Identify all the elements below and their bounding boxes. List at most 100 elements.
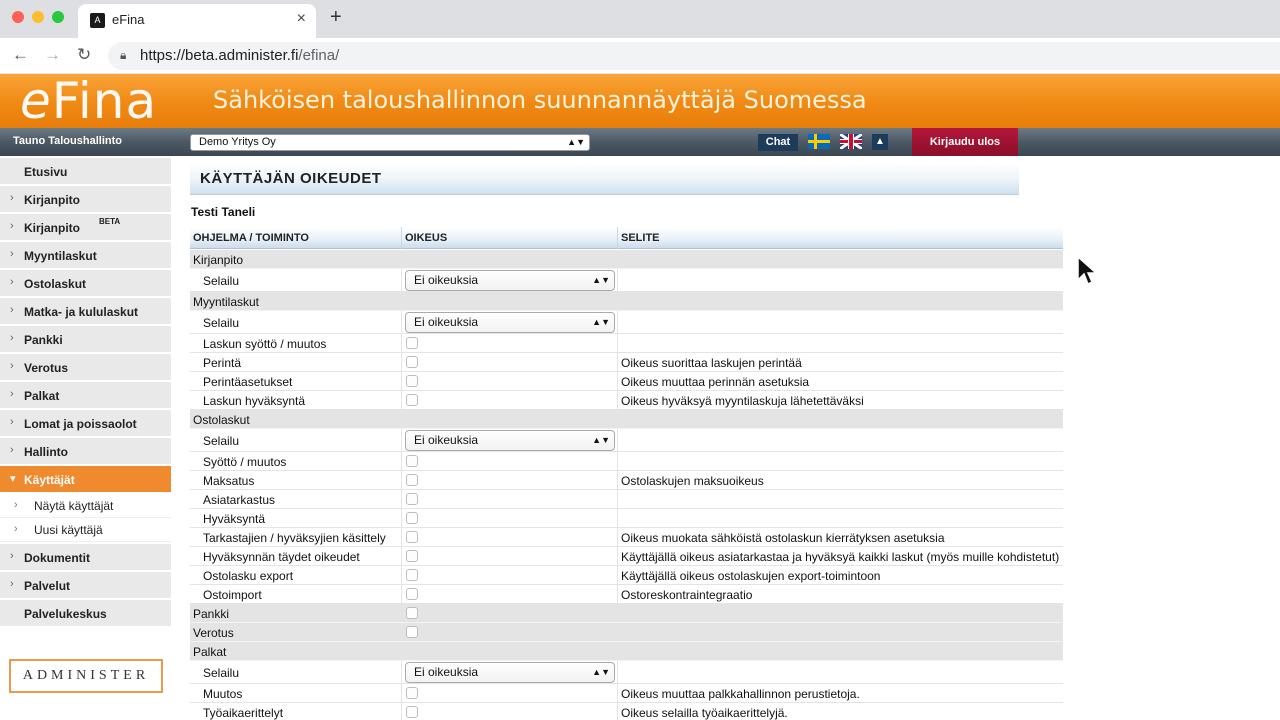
permission-checkbox[interactable] [406,375,418,387]
permission-checkbox[interactable] [406,550,418,562]
section-name: Kirjanpito [193,253,244,267]
sidebar-item-ostolaskut[interactable]: › Ostolaskut [0,270,171,297]
window-zoom-button[interactable] [52,11,64,23]
permission-checkbox[interactable] [406,531,418,543]
tab-close-icon[interactable]: × [297,10,306,28]
function-name: Hyväksyntä [203,512,266,526]
function-name: Tarkastajien / hyväksyjien käsittely [203,531,386,545]
arrow-up-icon[interactable]: ▲ [872,134,888,150]
url-path: /efina/ [298,47,340,64]
table-row: Ostolasku export Käyttäjällä oikeus ostol… [190,566,1063,585]
table-row: Muutos Oikeus muuttaa palkkahallinnon per… [190,684,1063,703]
permission-checkbox[interactable] [406,394,418,406]
sidebar-item-hallinto[interactable]: › Hallinto [0,438,171,465]
table-row: Laskun hyväksyntä Oikeus hyväksyä myyntil… [190,391,1063,410]
url-host: https://beta.administer.fi [140,47,299,64]
chevron-right-icon: › [10,416,14,428]
permission-checkbox[interactable] [406,569,418,581]
sidebar-item-label: Palvelut [24,579,71,593]
forward-arrow-icon[interactable]: → [44,45,61,65]
sidebar-item-palkat[interactable]: › Palkat [0,382,171,409]
table-row: Perintä Oikeus suorittaa laskujen perintä… [190,353,1063,372]
permission-select-value: Ei oikeuksia [414,665,479,679]
sidebar-item-verotus[interactable]: › Verotus [0,354,171,381]
sidebar-item-label: Kirjanpito [24,221,80,235]
permission-description: Oikeus suorittaa laskujen perintää [621,356,802,370]
permission-checkbox[interactable] [406,687,418,699]
efina-logo[interactable]: eFina [20,74,157,128]
window-minimize-button[interactable] [32,11,44,23]
select-arrows-icon: ▲▼ [567,137,585,147]
reload-icon[interactable]: ↻ [77,45,91,65]
column-header-right: OIKEUS [405,232,448,244]
permission-checkbox[interactable] [406,626,418,638]
sidebar-item-label: Etusivu [24,165,68,179]
swedish-flag-icon[interactable] [808,134,830,149]
function-name: Laskun hyväksyntä [203,394,306,408]
section-row: Kirjanpito [190,250,1063,269]
new-tab-icon[interactable]: + [330,6,342,29]
permission-checkbox[interactable] [406,356,418,368]
window-close-button[interactable] [12,11,24,23]
sidebar-item-kirjanpito[interactable]: › Kirjanpito [0,186,171,213]
sidebar-item-matka-ja-kululaskut[interactable]: › Matka- ja kululaskut [0,298,171,325]
lock-icon: 🔒︎ [120,48,127,62]
permission-description: Oikeus muuttaa palkkahallinnon perustiet… [621,687,860,701]
permission-select[interactable]: Ei oikeuksia ▲▼ [405,270,615,291]
browser-tab[interactable]: A eFina × [78,4,316,38]
permission-checkbox[interactable] [406,455,418,467]
sidebar-item-palvelukeskus[interactable]: Palvelukeskus [0,600,171,627]
function-name: Työaikaerittelyt [203,706,284,720]
sidebar-item-pankki[interactable]: › Pankki [0,326,171,353]
permission-checkbox[interactable] [406,493,418,505]
table-row: Hyväksynnän täydet oikeudet Käyttäjällä o… [190,547,1063,566]
function-name: Selailu [203,434,240,448]
chat-button[interactable]: Chat [758,134,798,151]
sidebar-item-label: Palvelukeskus [24,607,107,621]
sidebar-item-myyntilaskut[interactable]: › Myyntilaskut [0,242,171,269]
english-flag-icon[interactable] [840,134,862,149]
sidebar-item-label: Pankki [24,333,63,347]
sidebar-item-kirjanpito-beta[interactable]: › Kirjanpito BETA [0,214,171,241]
column-header-description: SELITE [621,232,660,244]
section-row: Verotus [190,623,1063,642]
permission-select[interactable]: Ei oikeuksia ▲▼ [405,430,615,451]
sidebar-subitem-1[interactable]: › Uusi käyttäjä [0,518,171,542]
browser-tab-bar: A eFina × + [0,0,1280,38]
section-name: Palkat [193,645,227,659]
sidebar-item-dokumentit[interactable]: › Dokumentit [0,544,171,571]
top-toolbar: Tauno Taloushallinto Demo Yritys Oy ▲▼ C… [0,128,1280,156]
permission-checkbox[interactable] [406,474,418,486]
sidebar-item-label: Matka- ja kululaskut [24,305,139,319]
chevron-right-icon: › [10,192,14,204]
function-name: Selailu [203,666,240,680]
sidebar-menu: Etusivu › Kirjanpito › Kirjanpito BETA › Myynti… [0,158,172,720]
permission-checkbox[interactable] [406,337,418,349]
sidebar-item-label: Käyttäjät [24,473,75,487]
sidebar-item-lomat-ja-poissaolot[interactable]: › Lomat ja poissaolot [0,410,171,437]
permission-select[interactable]: Ei oikeuksia ▲▼ [405,312,615,333]
sidebar-item-palvelut[interactable]: › Palvelut [0,572,171,599]
function-name: Selailu [203,274,240,288]
permission-checkbox[interactable] [406,706,418,718]
sidebar-item-label: Ostolaskut [24,277,87,291]
permission-description: Ostoreskontraintegraatio [621,588,753,602]
section-row: Pankki [190,604,1063,623]
permission-checkbox[interactable] [406,512,418,524]
efina-banner: eFina Sähköisen taloushallinnon suunnann… [0,74,1280,128]
sidebar-subitem-label: Uusi käyttäjä [34,523,103,537]
sidebar-subitem-0[interactable]: › Näytä käyttäjät [0,494,171,518]
permission-select[interactable]: Ei oikeuksia ▲▼ [405,662,615,683]
logout-button[interactable]: Kirjaudu ulos [912,128,1018,156]
permission-checkbox[interactable] [406,607,418,619]
administer-logo[interactable]: ADMINISTER [9,659,163,693]
sidebar-item-label: Verotus [24,361,69,375]
url-input[interactable]: 🔒︎ https://beta.administer.fi/efina/ [108,42,1280,70]
sidebar-item-etusivu[interactable]: Etusivu [0,158,171,185]
company-select[interactable]: Demo Yritys Oy ▲▼ [190,134,590,151]
back-arrow-icon[interactable]: ← [12,45,29,65]
permission-checkbox[interactable] [406,588,418,600]
sidebar-item-label: Lomat ja poissaolot [24,417,137,431]
sidebar-item-label: Dokumentit [24,551,90,565]
sidebar-item-käyttäjät[interactable]: ▾ Käyttäjät [0,466,171,493]
